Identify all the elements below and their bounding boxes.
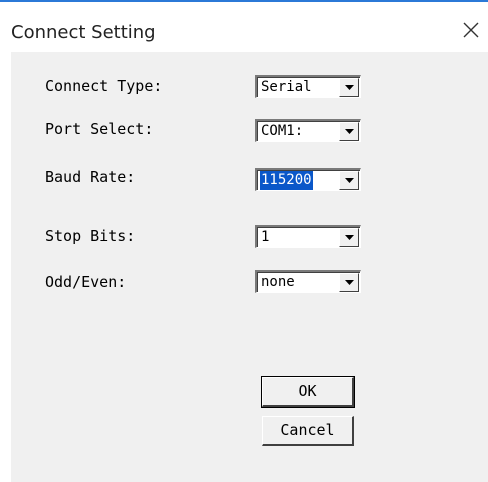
- chevron-down-icon[interactable]: [339, 122, 359, 141]
- cancel-button[interactable]: Cancel: [262, 416, 354, 446]
- odd-even-value: none: [261, 274, 295, 290]
- chevron-down-icon[interactable]: [339, 171, 359, 190]
- title-bar[interactable]: Connect Setting: [0, 2, 488, 52]
- chevron-down-icon[interactable]: [339, 273, 359, 292]
- port-select-select[interactable]: COM1:: [255, 119, 361, 142]
- close-icon[interactable]: [462, 21, 480, 39]
- ok-button[interactable]: OK: [261, 376, 355, 408]
- port-select-value: COM1:: [261, 123, 304, 139]
- dialog-body: [11, 52, 488, 482]
- connect-type-value: Serial: [261, 79, 312, 95]
- connect-type-select[interactable]: Serial: [255, 75, 361, 98]
- odd-even-label: Odd/Even:: [45, 273, 127, 291]
- port-select-label: Port Select:: [45, 120, 154, 138]
- baud-rate-label: Baud Rate:: [45, 168, 136, 186]
- odd-even-select[interactable]: none: [255, 270, 361, 293]
- window-title: Connect Setting: [11, 22, 156, 43]
- baud-rate-value: 115200: [260, 171, 313, 190]
- stop-bits-select[interactable]: 1: [255, 225, 361, 248]
- stop-bits-value: 1: [261, 229, 270, 245]
- baud-rate-select[interactable]: 115200: [255, 168, 361, 191]
- chevron-down-icon[interactable]: [339, 78, 359, 97]
- connect-type-label: Connect Type:: [45, 77, 163, 95]
- stop-bits-label: Stop Bits:: [45, 227, 136, 245]
- chevron-down-icon[interactable]: [339, 228, 359, 247]
